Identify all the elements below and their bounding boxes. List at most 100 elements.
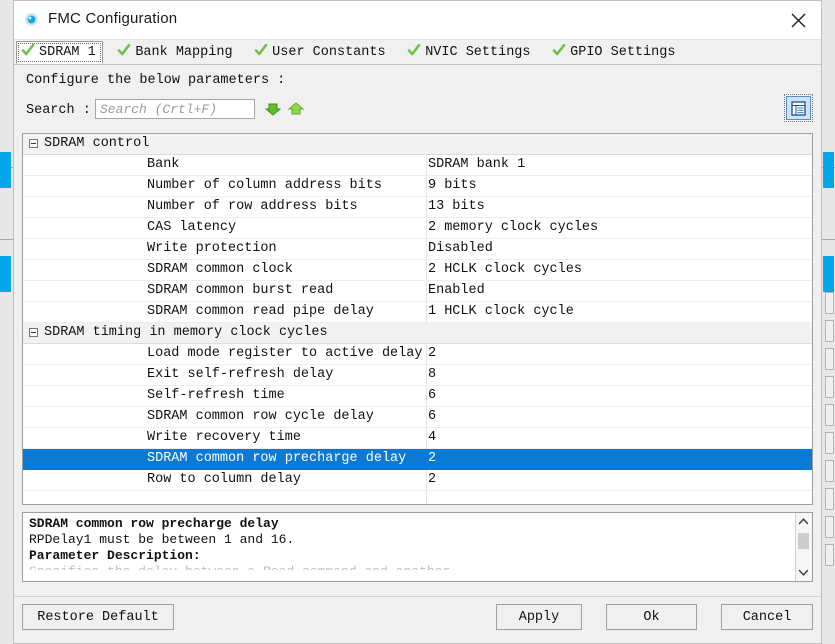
table-row[interactable]: Write recovery time 4 xyxy=(23,428,812,449)
background-accent-block xyxy=(0,256,11,292)
title-bar: FMC Configuration xyxy=(14,1,821,40)
table-row[interactable]: CAS latency 2 memory clock cycles xyxy=(23,218,812,239)
tab-label: SDRAM 1 xyxy=(39,45,96,60)
parameter-name: Number of column address bits xyxy=(147,178,382,193)
parameter-name: Row to column delay xyxy=(147,472,301,487)
collapse-icon[interactable] xyxy=(29,328,38,337)
parameter-value: 13 bits xyxy=(428,199,485,214)
parameter-tree[interactable]: SDRAM control Bank SDRAM bank 1 Number o… xyxy=(22,133,813,505)
parameter-value: Disabled xyxy=(428,241,493,256)
restore-default-button[interactable]: Restore Default xyxy=(22,604,174,630)
table-row[interactable]: SDRAM common burst read Enabled xyxy=(23,281,812,302)
dialog-body: Configure the below parameters : Search … xyxy=(14,65,821,582)
parameter-value: 8 xyxy=(428,367,437,382)
table-row[interactable]: Self-refresh time 6 xyxy=(23,386,812,407)
check-icon xyxy=(117,43,131,62)
tab-label: User Constants xyxy=(272,45,386,60)
description-scrollbar[interactable] xyxy=(795,513,812,581)
parameter-name: Bank xyxy=(147,157,180,172)
parameter-name: Self-refresh time xyxy=(147,388,285,403)
table-row[interactable]: Bank SDRAM bank 1 xyxy=(23,155,812,176)
parameter-value: 2 xyxy=(428,472,437,487)
instruction-text: Configure the below parameters : xyxy=(26,73,286,88)
table-row[interactable]: Load mode register to active delay 2 xyxy=(23,344,812,365)
parameter-name: Write protection xyxy=(147,241,277,256)
arrow-up-icon[interactable] xyxy=(287,101,305,117)
parameter-name: SDRAM common row cycle delay xyxy=(147,409,374,424)
check-icon xyxy=(254,43,268,62)
parameter-name: CAS latency xyxy=(147,220,237,235)
table-view-icon[interactable] xyxy=(784,94,813,122)
parameter-value: 9 bits xyxy=(428,178,477,193)
tree-group-sdram-timing[interactable]: SDRAM timing in memory clock cycles xyxy=(23,323,812,344)
parameter-name: Load mode register to active delay xyxy=(147,346,423,361)
tab-bank-mapping[interactable]: Bank Mapping xyxy=(112,41,239,64)
tab-label: Bank Mapping xyxy=(135,45,233,60)
parameter-name: Number of row address bits xyxy=(147,199,358,214)
table-row[interactable]: Write protection Disabled xyxy=(23,239,812,260)
fmc-configuration-dialog: FMC Configuration SDRAM 1 Bank Mapping U… xyxy=(13,0,822,644)
parameter-value: 2 xyxy=(428,346,437,361)
check-icon xyxy=(552,43,566,62)
arrow-down-icon[interactable] xyxy=(264,101,282,117)
scroll-thumb[interactable] xyxy=(798,533,809,549)
scroll-down-icon[interactable] xyxy=(796,564,811,581)
tree-group-label: SDRAM timing in memory clock cycles xyxy=(44,325,328,340)
collapse-icon[interactable] xyxy=(29,139,38,148)
table-row[interactable]: SDRAM common clock 2 HCLK clock cycles xyxy=(23,260,812,281)
parameter-value: 2 HCLK clock cycles xyxy=(428,262,582,277)
description-section-header: Parameter Description: xyxy=(29,548,201,563)
parameter-value: 6 xyxy=(428,388,437,403)
ok-button[interactable]: Ok xyxy=(606,604,697,630)
description-title: SDRAM common row precharge delay xyxy=(29,516,279,531)
window-title: FMC Configuration xyxy=(48,10,178,27)
table-row[interactable]: SDRAM common read pipe delay 1 HCLK cloc… xyxy=(23,302,812,323)
description-constraint: RPDelay1 must be between 1 and 16. xyxy=(29,532,295,547)
scroll-up-icon[interactable] xyxy=(796,513,811,530)
check-icon xyxy=(407,43,421,62)
tab-nvic-settings[interactable]: NVIC Settings xyxy=(402,41,537,64)
parameter-name: SDRAM common burst read xyxy=(147,283,334,298)
table-row[interactable]: Row to column delay 2 xyxy=(23,470,812,491)
table-row[interactable]: Number of row address bits 13 bits xyxy=(23,197,812,218)
tab-bar: SDRAM 1 Bank Mapping User Constants NVIC… xyxy=(14,40,821,65)
check-icon xyxy=(21,43,35,62)
background-window-left-edge xyxy=(0,0,14,644)
tree-group-sdram-control[interactable]: SDRAM control xyxy=(23,134,812,155)
tab-gpio-settings[interactable]: GPIO Settings xyxy=(547,41,682,64)
background-accent-block xyxy=(0,152,11,188)
table-row[interactable]: Number of column address bits 9 bits xyxy=(23,176,812,197)
tab-sdram-1[interactable]: SDRAM 1 xyxy=(16,41,103,64)
parameter-name: SDRAM common read pipe delay xyxy=(147,304,374,319)
parameter-value: Enabled xyxy=(428,283,485,298)
app-icon xyxy=(24,12,39,27)
parameter-name: Exit self-refresh delay xyxy=(147,367,334,382)
search-input[interactable] xyxy=(95,99,255,119)
table-row[interactable]: SDRAM common row cycle delay 6 xyxy=(23,407,812,428)
description-body: Specifies the delay between a Read comma… xyxy=(29,564,806,570)
parameter-value: 2 memory clock cycles xyxy=(428,220,599,235)
background-window-scroll-column xyxy=(824,130,835,600)
table-row-selected[interactable]: SDRAM common row precharge delay 2 xyxy=(23,449,812,470)
search-label: Search : xyxy=(26,103,91,118)
parameter-value: SDRAM bank 1 xyxy=(428,157,526,172)
cancel-button[interactable]: Cancel xyxy=(721,604,813,630)
tree-group-label: SDRAM control xyxy=(44,136,150,151)
dialog-footer: Restore Default Apply Ok Cancel xyxy=(14,596,821,643)
search-row: Search : xyxy=(22,94,813,130)
parameter-name: Write recovery time xyxy=(147,430,301,445)
tab-label: GPIO Settings xyxy=(570,45,676,60)
apply-button[interactable]: Apply xyxy=(496,604,582,630)
close-icon[interactable] xyxy=(775,1,821,39)
table-row[interactable]: Exit self-refresh delay 8 xyxy=(23,365,812,386)
parameter-value: 1 HCLK clock cycle xyxy=(428,304,574,319)
description-pane: SDRAM common row precharge delay RPDelay… xyxy=(22,512,813,582)
screen: FMC Configuration SDRAM 1 Bank Mapping U… xyxy=(0,0,835,644)
parameter-value: 6 xyxy=(428,409,437,424)
parameter-name: SDRAM common clock xyxy=(147,262,293,277)
tab-label: NVIC Settings xyxy=(425,45,531,60)
tab-user-constants[interactable]: User Constants xyxy=(249,41,392,64)
parameter-value: 2 xyxy=(428,451,437,466)
parameter-value: 4 xyxy=(428,430,437,445)
parameter-name: SDRAM common row precharge delay xyxy=(147,451,407,466)
